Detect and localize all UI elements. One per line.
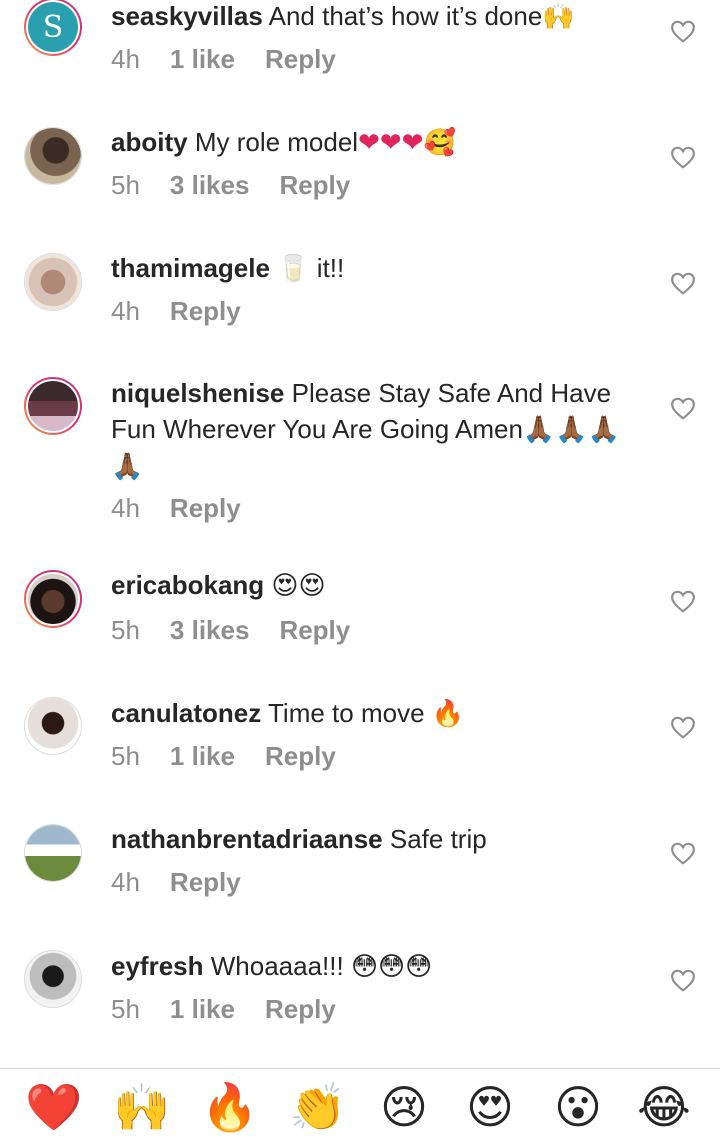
comment-text: niquelshenise Please Stay Safe And Have … <box>111 375 651 485</box>
heart-outline-icon[interactable] <box>670 19 696 43</box>
avatar-image <box>25 951 81 1007</box>
avatar-image <box>25 698 81 754</box>
reply-button[interactable]: Reply <box>170 867 241 897</box>
quick-reaction-bar: ❤️ 🙌 🔥 👏 😢 😍 😮 😂 <box>0 1068 720 1144</box>
avatar-image <box>28 574 78 624</box>
timestamp: 4h <box>111 867 140 897</box>
heart-outline-icon[interactable] <box>670 271 696 295</box>
comment-meta: 4h Reply <box>111 490 271 526</box>
username[interactable]: nathanbrentadriaanse <box>111 824 383 854</box>
likes-count[interactable]: 3 likes <box>170 170 250 200</box>
comment-meta: 5h 1 like Reply <box>111 738 366 774</box>
timestamp: 4h <box>111 296 140 326</box>
comment-meta: 4h Reply <box>111 864 271 900</box>
reply-button[interactable]: Reply <box>265 994 336 1024</box>
timestamp: 5h <box>111 170 140 200</box>
comment-text: aboity My role model❤❤❤🥰 <box>111 124 641 161</box>
comment-emoji: 🔥 <box>431 699 465 729</box>
avatar[interactable]: S <box>24 0 82 56</box>
comment-body: And that’s how it’s done <box>268 1 543 31</box>
reply-button[interactable]: Reply <box>170 296 241 326</box>
username[interactable]: aboity <box>111 127 188 157</box>
comment-body: Whoaaaa!!! <box>210 951 351 981</box>
timestamp: 5h <box>111 741 140 771</box>
avatar-image <box>28 381 78 431</box>
likes-count[interactable]: 3 likes <box>170 615 250 645</box>
reaction-clapping-icon[interactable]: 👏 <box>288 1077 348 1137</box>
comment-text: thamimagele 🥛 it!! <box>111 250 641 287</box>
reaction-crying-icon[interactable]: 😢 <box>374 1077 434 1137</box>
comment-meta: 4h 1 like Reply <box>111 41 366 77</box>
avatar-image <box>25 254 81 310</box>
comment-emoji: 😍😍 <box>271 571 326 601</box>
avatar[interactable] <box>24 570 82 628</box>
username[interactable]: eyfresh <box>111 951 204 981</box>
reaction-laughing-icon[interactable]: 😂 <box>634 1077 694 1137</box>
avatar[interactable] <box>24 950 82 1008</box>
comment-meta: 5h 3 likes Reply <box>111 612 380 648</box>
heart-outline-icon[interactable] <box>670 145 696 169</box>
avatar[interactable] <box>24 697 82 755</box>
reply-button[interactable]: Reply <box>265 44 336 74</box>
username[interactable]: niquelshenise <box>111 378 284 408</box>
username[interactable]: canulatonez <box>111 698 261 728</box>
reaction-heart-eyes-icon[interactable]: 😍 <box>460 1077 520 1137</box>
comment-body: My role model <box>194 127 359 157</box>
avatar-image: S <box>28 2 78 52</box>
comment-text: seaskyvillas And that’s how it’s done🙌 <box>111 0 641 35</box>
comment-text: ericabokang 😍😍 <box>111 567 641 604</box>
likes-count[interactable]: 1 like <box>170 741 235 771</box>
username[interactable]: thamimagele <box>111 253 270 283</box>
avatar[interactable] <box>24 253 82 311</box>
timestamp: 4h <box>111 493 140 523</box>
reaction-fire-icon[interactable]: 🔥 <box>200 1077 260 1137</box>
avatar-image <box>25 825 81 881</box>
reply-button[interactable]: Reply <box>265 741 336 771</box>
comment-meta: 5h 1 like Reply <box>111 991 366 1027</box>
avatar[interactable] <box>24 377 82 435</box>
comment-meta: 4h Reply <box>111 293 271 329</box>
comment-body: Time to move <box>268 698 432 728</box>
avatar[interactable] <box>24 824 82 882</box>
comment-emoji: 🙌 <box>542 2 575 32</box>
username[interactable]: seaskyvillas <box>111 1 263 31</box>
timestamp: 5h <box>111 994 140 1024</box>
reaction-raised-hands-icon[interactable]: 🙌 <box>112 1077 172 1137</box>
comment-body: it!! <box>309 253 345 283</box>
heart-outline-icon[interactable] <box>670 968 696 992</box>
reaction-surprised-icon[interactable]: 😮 <box>548 1077 608 1137</box>
comment-emoji: 🥛 <box>277 254 310 284</box>
reply-button[interactable]: Reply <box>170 493 241 523</box>
comment-text: nathanbrentadriaanse Safe trip <box>111 821 641 858</box>
avatar[interactable] <box>24 127 82 185</box>
reply-button[interactable]: Reply <box>279 615 350 645</box>
avatar-image <box>25 128 81 184</box>
comment-text: eyfresh Whoaaaa!!! 😳😳😳 <box>111 948 641 985</box>
comment-emoji: 😳😳😳 <box>350 952 433 982</box>
likes-count[interactable]: 1 like <box>170 44 235 74</box>
reaction-heart-icon[interactable]: ❤️ <box>24 1077 84 1137</box>
timestamp: 4h <box>111 44 140 74</box>
heart-outline-icon[interactable] <box>670 715 696 739</box>
comment-body: Safe trip <box>389 824 487 854</box>
heart-outline-icon[interactable] <box>670 589 696 613</box>
reply-button[interactable]: Reply <box>279 170 350 200</box>
comment-meta: 5h 3 likes Reply <box>111 167 380 203</box>
timestamp: 5h <box>111 615 140 645</box>
heart-outline-icon[interactable] <box>670 841 696 865</box>
heart-outline-icon[interactable] <box>670 396 696 420</box>
comment-text: canulatonez Time to move 🔥 <box>111 695 641 732</box>
username[interactable]: ericabokang <box>111 570 264 600</box>
comment-emoji: ❤❤❤🥰 <box>358 128 456 158</box>
likes-count[interactable]: 1 like <box>170 994 235 1024</box>
